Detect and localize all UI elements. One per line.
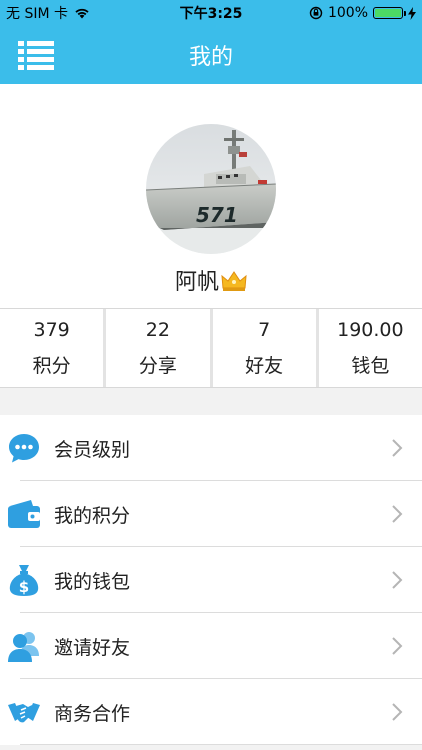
stat-wallet[interactable]: 190.00 钱包 [319, 309, 422, 387]
list-menu-icon [18, 41, 54, 70]
stat-label: 钱包 [351, 354, 390, 377]
battery-percent: 100% [327, 5, 368, 21]
profile-header: 571 阿帆 [0, 84, 422, 308]
money-bag-icon: $ [7, 563, 41, 597]
stat-points[interactable]: 379 积分 [0, 309, 107, 387]
stat-label: 积分 [32, 354, 71, 377]
status-bar: 无 SIM 卡 下午3:25 100% [0, 0, 422, 26]
users-icon [7, 629, 41, 663]
handshake-icon [7, 695, 41, 729]
nav-bar: 我的 [0, 26, 422, 84]
chevron-right-icon [392, 637, 403, 655]
menu-item-invite-friends[interactable]: 邀请好友 [0, 613, 422, 679]
battery-icon [373, 7, 406, 19]
stat-value: 7 [258, 318, 271, 341]
charging-icon [408, 6, 416, 20]
chevron-right-icon [392, 703, 403, 721]
status-left: 无 SIM 卡 [6, 3, 90, 23]
menu-item-label: 我的积分 [54, 504, 131, 527]
crown-icon [221, 271, 247, 291]
svg-text:$: $ [19, 578, 29, 596]
menu-list: 会员级别 我的积分 $ 我的钱包 邀请好友 商务合作 [0, 415, 422, 745]
chevron-right-icon [392, 571, 403, 589]
status-right: 100% [309, 5, 416, 21]
wifi-icon [75, 8, 89, 19]
menu-item-my-points[interactable]: 我的积分 [0, 481, 422, 547]
stat-value: 22 [145, 318, 170, 341]
menu-item-label: 邀请好友 [54, 636, 131, 659]
chat-bubble-icon [7, 431, 41, 465]
wallet-icon [7, 497, 41, 531]
menu-item-label: 会员级别 [54, 438, 131, 461]
stats-row: 379 积分 22 分享 7 好友 190.00 钱包 [0, 308, 422, 388]
menu-item-member-level[interactable]: 会员级别 [0, 415, 422, 481]
menu-item-label: 我的钱包 [54, 570, 131, 593]
menu-item-label: 商务合作 [54, 702, 131, 725]
chevron-right-icon [392, 505, 403, 523]
carrier-label: 无 SIM 卡 [6, 6, 68, 22]
username-row: 阿帆 [0, 264, 422, 296]
battery-fill [375, 9, 401, 17]
chevron-right-icon [392, 439, 403, 457]
app-screen: 无 SIM 卡 下午3:25 100% 我的 571 阿帆 379 积分 22 … [0, 0, 422, 750]
stat-label: 分享 [138, 354, 177, 377]
stat-friends[interactable]: 7 好友 [213, 309, 319, 387]
menu-item-business-cooperation[interactable]: 商务合作 [0, 679, 422, 745]
page-title: 我的 [188, 45, 233, 70]
avatar-image: 571 [146, 124, 276, 254]
stat-label: 好友 [245, 354, 284, 377]
stat-value: 190.00 [337, 318, 404, 341]
orientation-lock-icon [309, 6, 323, 20]
avatar[interactable]: 571 [146, 124, 276, 254]
menu-item-my-wallet[interactable]: $ 我的钱包 [0, 547, 422, 613]
stat-value: 379 [33, 318, 70, 341]
hull-number: 571 [196, 203, 238, 227]
stat-shares[interactable]: 22 分享 [106, 309, 213, 387]
menu-button[interactable] [18, 39, 54, 71]
username: 阿帆 [174, 270, 219, 295]
